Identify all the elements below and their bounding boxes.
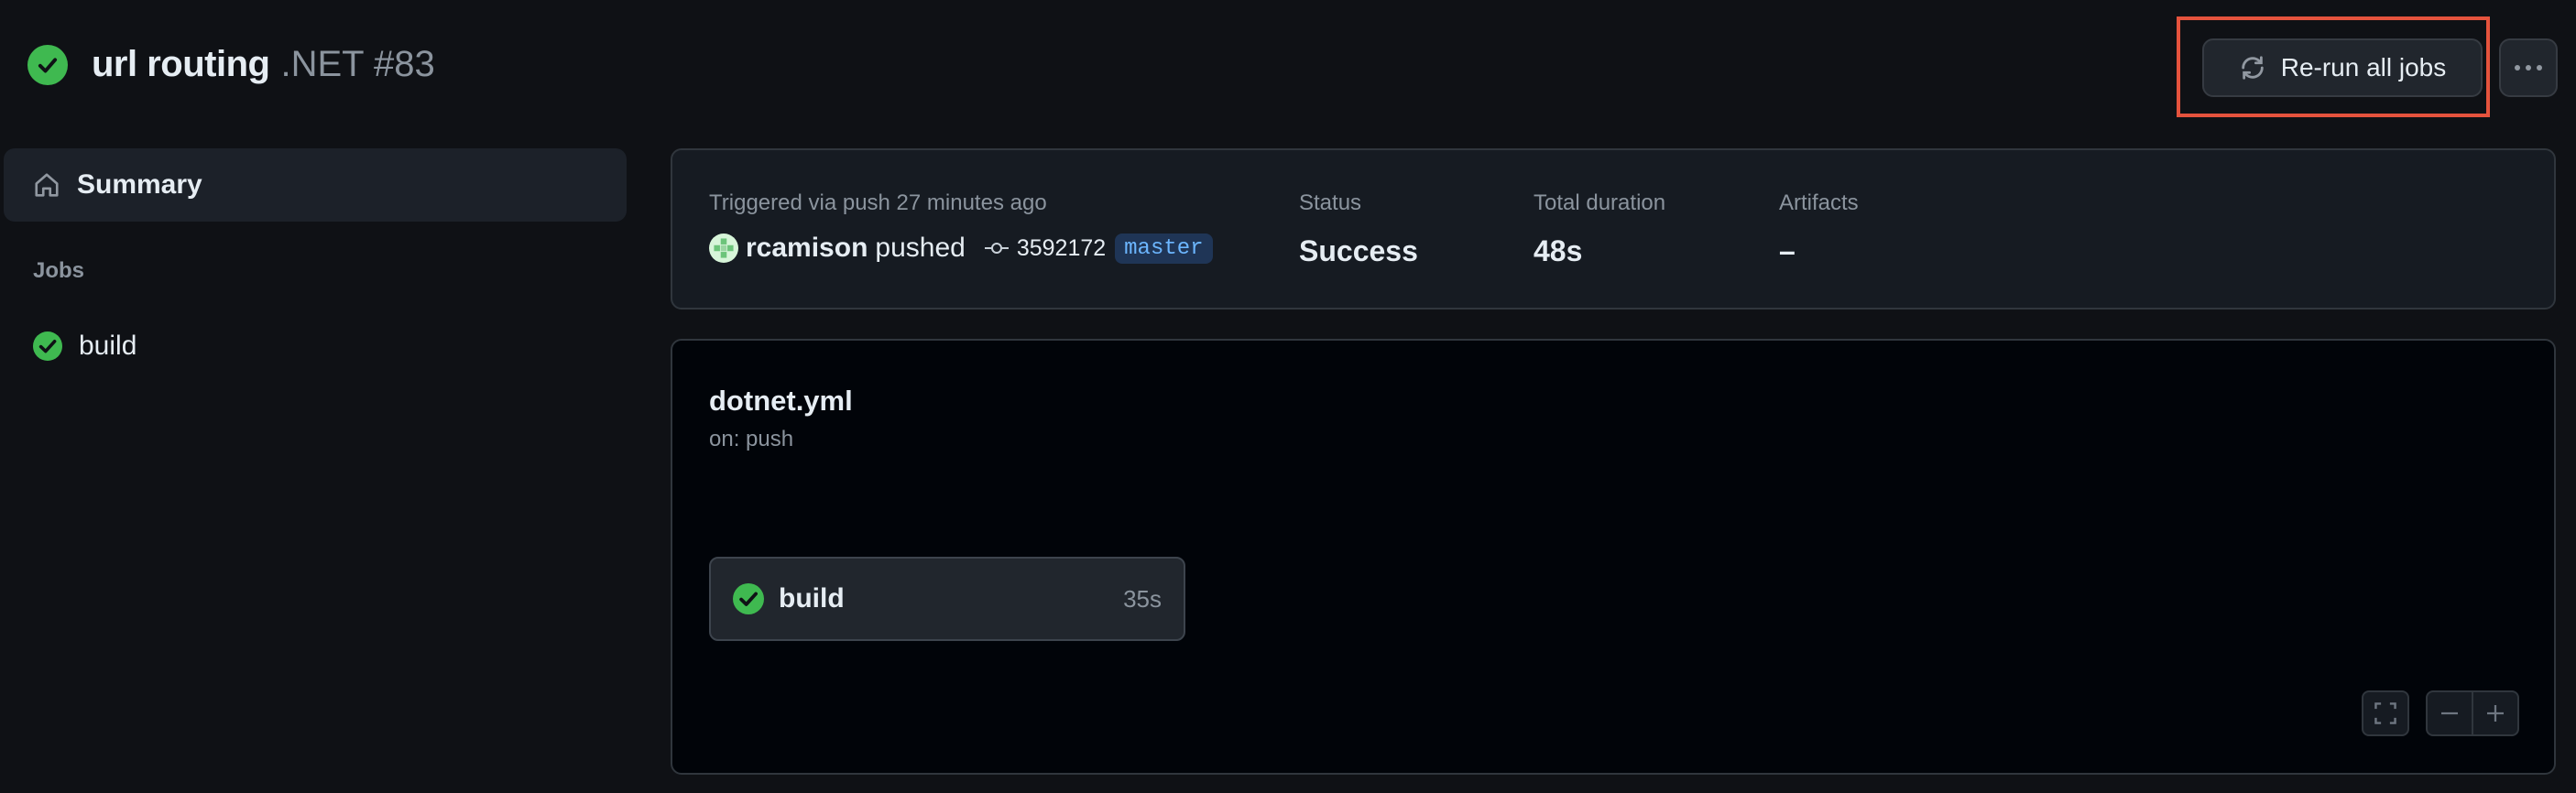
workflow-run-page: url routing .NET #83 Re-run all jobs Sum… bbox=[0, 0, 2576, 793]
trigger-details: rcamison pushed 3592172 master bbox=[709, 233, 1213, 264]
zoom-controls bbox=[2426, 690, 2519, 736]
check-circle-icon bbox=[27, 44, 68, 85]
commit-link[interactable]: 3592172 bbox=[1017, 235, 1106, 262]
actor-action: pushed bbox=[875, 233, 966, 263]
workflow-file-name: dotnet.yml bbox=[709, 385, 853, 417]
fullscreen-button[interactable] bbox=[2362, 690, 2409, 736]
job-name: build bbox=[779, 583, 845, 614]
more-options-button[interactable] bbox=[2499, 38, 2558, 97]
jobs-heading: Jobs bbox=[33, 258, 85, 283]
fullscreen-icon bbox=[2374, 702, 2396, 724]
branch-label[interactable]: master bbox=[1115, 233, 1213, 264]
kebab-horizontal-icon bbox=[2515, 65, 2542, 71]
check-circle-icon bbox=[33, 331, 62, 361]
workflow-graph-panel: dotnet.yml on: push build 35s bbox=[671, 339, 2556, 775]
artifacts-value: – bbox=[1779, 234, 1796, 267]
git-commit-icon bbox=[984, 239, 1010, 257]
zoom-in-icon bbox=[2487, 705, 2504, 722]
zoom-in-button[interactable] bbox=[2472, 692, 2517, 734]
home-icon bbox=[33, 171, 60, 199]
sync-icon bbox=[2242, 56, 2264, 80]
trigger-column: Triggered via push 27 minutes ago rcamis… bbox=[709, 190, 1213, 264]
sidebar-item-job-build[interactable]: build bbox=[4, 317, 627, 375]
status-value: Success bbox=[1299, 234, 1418, 267]
workflow-trigger: on: push bbox=[709, 427, 794, 451]
zoom-out-icon bbox=[2441, 712, 2458, 715]
run-workflow-number: .NET #83 bbox=[280, 44, 435, 84]
job-card-build[interactable]: build 35s bbox=[709, 557, 1185, 641]
zoom-out-button[interactable] bbox=[2428, 692, 2472, 734]
sidebar-summary-label: Summary bbox=[77, 169, 202, 200]
duration-value: 48s bbox=[1534, 234, 1583, 267]
run-header: url routing .NET #83 bbox=[27, 44, 435, 85]
avatar[interactable] bbox=[709, 234, 738, 263]
rerun-label: Re-run all jobs bbox=[2280, 53, 2447, 81]
rerun-all-jobs-button[interactable]: Re-run all jobs bbox=[2202, 38, 2483, 97]
duration-label: Total duration bbox=[1534, 190, 1666, 215]
sidebar-job-label: build bbox=[79, 331, 137, 361]
duration-column: Total duration 48s bbox=[1534, 190, 1665, 268]
status-column: Status Success bbox=[1299, 190, 1418, 268]
artifacts-label: Artifacts bbox=[1779, 190, 1859, 215]
check-circle-icon bbox=[733, 583, 764, 614]
run-title: url routing bbox=[92, 44, 270, 84]
artifacts-column: Artifacts – bbox=[1779, 190, 1859, 268]
job-duration: 35s bbox=[1123, 584, 1162, 613]
sidebar-item-summary[interactable]: Summary bbox=[4, 148, 627, 222]
run-info-panel: Triggered via push 27 minutes ago rcamis… bbox=[671, 148, 2556, 310]
actor-link[interactable]: rcamison bbox=[746, 233, 868, 264]
trigger-label: Triggered via push 27 minutes ago bbox=[709, 190, 1047, 215]
status-label: Status bbox=[1299, 190, 1362, 215]
